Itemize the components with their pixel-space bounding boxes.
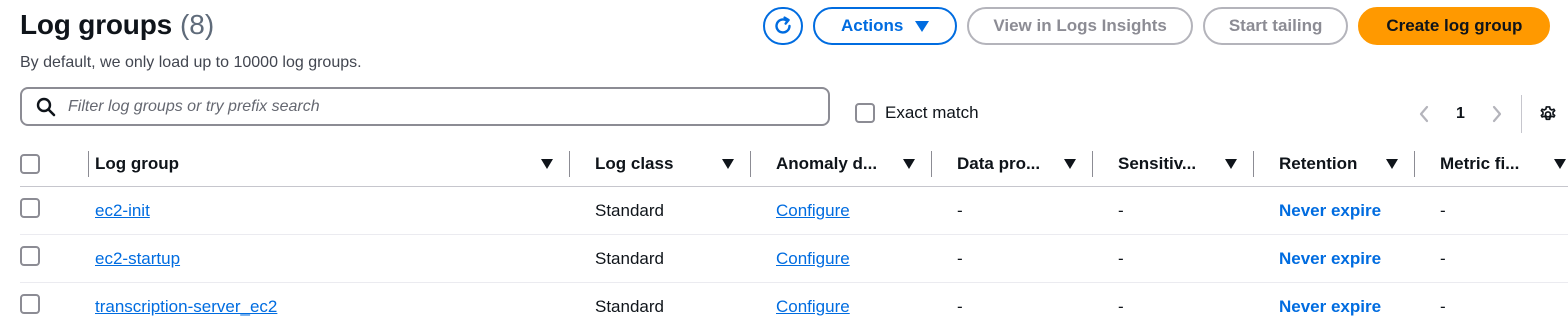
page-header: Log groups (8) bbox=[20, 9, 214, 41]
column-label: Data pro... bbox=[957, 153, 1041, 173]
row-select-cell bbox=[20, 234, 95, 283]
table-row: ec2-init Standard Configure - - Never ex… bbox=[20, 186, 1568, 235]
log-group-count: (8) bbox=[179, 9, 215, 40]
log-class-value: Standard bbox=[595, 248, 664, 268]
sort-icon[interactable] bbox=[1554, 158, 1566, 169]
pagination: 1 bbox=[1414, 95, 1558, 133]
column-label: Log class bbox=[595, 153, 674, 173]
preferences-button[interactable] bbox=[1538, 103, 1558, 125]
view-in-logs-insights-button[interactable]: View in Logs Insights bbox=[967, 7, 1193, 45]
chevron-right-icon bbox=[1492, 105, 1502, 123]
sort-icon[interactable] bbox=[903, 158, 915, 169]
column-header-anomaly-detection[interactable]: Anomaly d... bbox=[776, 141, 957, 187]
log-group-link[interactable]: ec2-init bbox=[95, 201, 150, 220]
log-group-link[interactable]: transcription-server_ec2 bbox=[95, 297, 277, 316]
column-label: Sensitiv... bbox=[1118, 153, 1197, 173]
chevron-left-icon bbox=[1419, 105, 1429, 123]
log-groups-table: Log group Log class Anomaly d... Data pr… bbox=[20, 141, 1568, 327]
gear-icon bbox=[1540, 106, 1556, 121]
metric-filters-value: - bbox=[1440, 248, 1446, 268]
column-header-sensitive-data[interactable]: Sensitiv... bbox=[1118, 141, 1279, 187]
page-title: Log groups bbox=[20, 9, 172, 40]
refresh-icon bbox=[775, 16, 791, 34]
log-class-value: Standard bbox=[595, 200, 664, 220]
data-protection-value: - bbox=[957, 296, 963, 316]
data-protection-value: - bbox=[957, 248, 963, 268]
column-header-log-class[interactable]: Log class bbox=[595, 141, 776, 187]
row-checkbox[interactable] bbox=[20, 294, 40, 314]
sort-icon[interactable] bbox=[1225, 158, 1237, 169]
row-select-cell bbox=[20, 282, 95, 327]
select-all-cell bbox=[20, 141, 95, 187]
sort-icon[interactable] bbox=[1386, 158, 1398, 169]
column-label: Log group bbox=[95, 153, 180, 173]
pagination-divider bbox=[1520, 95, 1522, 133]
log-class-value: Standard bbox=[595, 296, 664, 316]
sort-icon[interactable] bbox=[541, 158, 553, 169]
sensitive-data-value: - bbox=[1118, 296, 1124, 316]
retention-link[interactable]: Never expire bbox=[1279, 297, 1381, 316]
column-header-log-group[interactable]: Log group bbox=[95, 141, 595, 187]
exact-match-label: Exact match bbox=[885, 103, 979, 122]
column-divider[interactable] bbox=[931, 150, 932, 177]
row-checkbox[interactable] bbox=[20, 198, 40, 218]
select-all-checkbox[interactable] bbox=[20, 153, 40, 174]
column-header-retention[interactable]: Retention bbox=[1279, 141, 1440, 187]
configure-anomaly-link[interactable]: Configure bbox=[776, 297, 850, 316]
sort-icon[interactable] bbox=[722, 158, 734, 169]
metric-filters-value: - bbox=[1440, 296, 1446, 316]
table-header-row: Log group Log class Anomaly d... Data pr… bbox=[20, 141, 1568, 187]
column-divider[interactable] bbox=[1414, 150, 1415, 177]
current-page-number[interactable]: 1 bbox=[1456, 105, 1465, 123]
caret-down-icon bbox=[915, 20, 930, 32]
column-header-data-protection[interactable]: Data pro... bbox=[957, 141, 1118, 187]
create-log-group-button[interactable]: Create log group bbox=[1358, 7, 1551, 45]
sensitive-data-value: - bbox=[1118, 248, 1124, 268]
previous-page-button[interactable] bbox=[1414, 103, 1434, 125]
sensitive-data-value: - bbox=[1118, 200, 1124, 220]
column-header-metric-filters[interactable]: Metric fi... bbox=[1440, 141, 1568, 187]
row-checkbox[interactable] bbox=[20, 246, 40, 266]
metric-filters-value: - bbox=[1440, 200, 1446, 220]
column-label: Anomaly d... bbox=[776, 153, 878, 173]
start-tailing-button[interactable]: Start tailing bbox=[1202, 7, 1349, 45]
exact-match-toggle[interactable]: Exact match bbox=[855, 103, 979, 123]
data-protection-value: - bbox=[957, 200, 963, 220]
table-row: ec2-startup Standard Configure - - Never… bbox=[20, 234, 1568, 283]
retention-link[interactable]: Never expire bbox=[1279, 201, 1381, 220]
table-row: transcription-server_ec2 Standard Config… bbox=[20, 282, 1568, 327]
log-group-link[interactable]: ec2-startup bbox=[95, 249, 180, 268]
sort-icon[interactable] bbox=[1064, 158, 1076, 169]
next-page-button[interactable] bbox=[1487, 103, 1507, 125]
row-select-cell bbox=[20, 186, 95, 235]
actions-label: Actions bbox=[841, 16, 904, 35]
refresh-button[interactable] bbox=[763, 7, 803, 45]
column-divider[interactable] bbox=[750, 150, 751, 177]
header-actions: Actions View in Logs Insights Start tail… bbox=[763, 7, 1551, 45]
column-divider bbox=[88, 150, 89, 177]
column-divider[interactable] bbox=[569, 150, 570, 177]
configure-anomaly-link[interactable]: Configure bbox=[776, 249, 850, 268]
search-icon bbox=[36, 97, 56, 116]
column-divider[interactable] bbox=[1092, 150, 1093, 177]
retention-link[interactable]: Never expire bbox=[1279, 249, 1381, 268]
page-description: By default, we only load up to 10000 log… bbox=[20, 54, 362, 71]
filter-log-groups-input[interactable] bbox=[68, 97, 808, 116]
actions-dropdown-button[interactable]: Actions bbox=[813, 7, 958, 45]
configure-anomaly-link[interactable]: Configure bbox=[776, 201, 850, 220]
exact-match-checkbox[interactable] bbox=[855, 103, 875, 123]
column-label: Metric fi... bbox=[1440, 153, 1520, 173]
column-divider[interactable] bbox=[1253, 150, 1254, 177]
filter-search-box[interactable] bbox=[20, 87, 830, 126]
column-label: Retention bbox=[1279, 153, 1358, 173]
